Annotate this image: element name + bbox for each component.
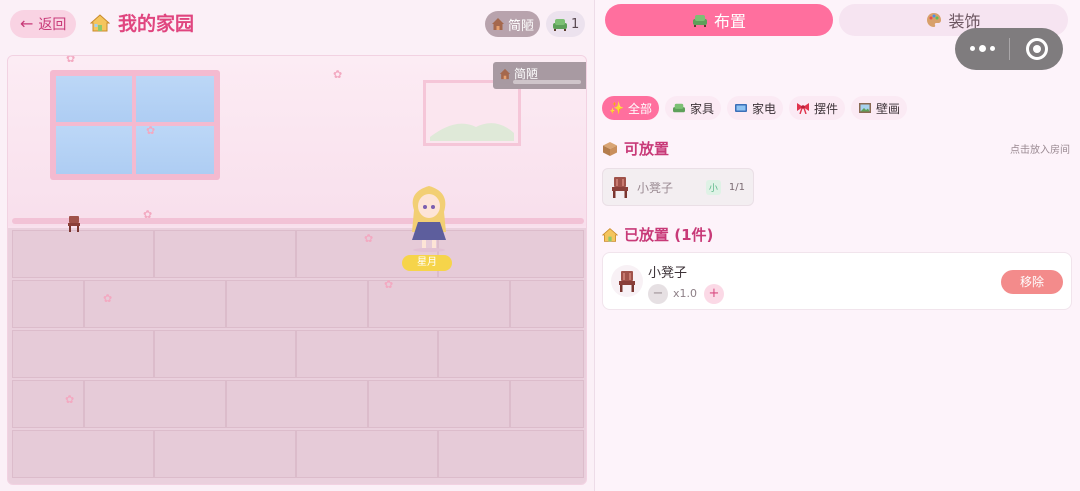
room-pane: ← 返回 我的家园 简陋 1 简陋 ✿ ✿ ✿ ✿ ✿ ✿ ✿ ✿ 星月 xyxy=(0,0,594,491)
character-avatar[interactable] xyxy=(406,182,452,252)
page-title: 我的家园 xyxy=(90,9,194,36)
furniture-count: 1 xyxy=(571,16,580,32)
placed-title-text: 已放置 (1件) xyxy=(624,226,714,244)
tab-arrange[interactable]: 布置 xyxy=(605,4,833,36)
box-icon xyxy=(603,141,617,156)
sofa-icon xyxy=(692,15,707,27)
wall-rail xyxy=(12,218,584,224)
sofa-icon xyxy=(553,19,567,31)
sparkle-icon: ✿ xyxy=(146,124,156,137)
available-title-text: 可放置 xyxy=(624,140,670,158)
palette-icon xyxy=(927,13,942,27)
sparkle-icon: ✿ xyxy=(333,68,343,81)
filter-mural-label: 壁画 xyxy=(876,101,901,116)
placed-item-icon xyxy=(611,265,643,297)
room-canvas[interactable]: 简陋 ✿ ✿ ✿ ✿ ✿ ✿ ✿ ✿ 星月 xyxy=(7,55,587,485)
filter-ornament-label: 摆件 xyxy=(814,101,839,116)
page-title-text: 我的家园 xyxy=(118,13,195,35)
more-button[interactable] xyxy=(955,45,1009,52)
remove-button[interactable]: 移除 xyxy=(1001,270,1063,294)
placed-item: 小凳子 − x1.0 + 移除 xyxy=(602,252,1072,310)
back-label: 返回 xyxy=(38,17,67,33)
tv-icon xyxy=(734,104,747,112)
arrow-left-icon: ← xyxy=(20,14,34,33)
ribbon-icon xyxy=(797,103,809,114)
room-floor xyxy=(8,228,586,484)
chair-icon xyxy=(612,177,628,198)
edit-panel: 布置 装饰 ✨ 全部 家具 家电 摆件 壁画 可放置 点击放入房间 小凳子 小 … xyxy=(595,0,1080,491)
placed-item-scale: x1.0 xyxy=(673,287,698,300)
sparkle-icon: ✿ xyxy=(65,393,75,406)
room-style-label: 简陋 xyxy=(508,18,535,34)
landscape-icon xyxy=(430,123,514,141)
room-name-tag: 简陋 xyxy=(493,62,586,89)
category-filters: ✨ 全部 家具 家电 摆件 壁画 xyxy=(602,96,908,120)
sofa-icon xyxy=(672,103,685,113)
tab-arrange-label: 布置 xyxy=(713,12,746,31)
filter-mural[interactable]: 壁画 xyxy=(851,96,908,120)
sparkle-icon: ✿ xyxy=(103,292,113,305)
picture-icon xyxy=(859,103,872,113)
available-item-qty: 1/1 xyxy=(728,181,745,193)
placed-section-title: 已放置 (1件) xyxy=(602,224,713,245)
character-name: 星月 xyxy=(402,255,452,271)
filter-all[interactable]: ✨ 全部 xyxy=(602,96,659,120)
available-item-name: 小凳子 xyxy=(637,180,674,195)
scale-up-button[interactable]: + xyxy=(704,284,724,304)
placed-item-name: 小凳子 xyxy=(648,266,688,281)
available-item[interactable]: 小凳子 小 1/1 xyxy=(602,168,754,206)
filter-furniture-label: 家具 xyxy=(689,101,714,116)
filter-appliance[interactable]: 家电 xyxy=(726,96,783,120)
chair-icon xyxy=(619,271,635,292)
house-icon xyxy=(499,68,511,79)
sparkle-icon: ✿ xyxy=(143,208,153,221)
available-section-title: 可放置 xyxy=(602,138,669,159)
back-button[interactable]: ← 返回 xyxy=(10,10,77,38)
sparkle-icon: ✿ xyxy=(384,278,394,291)
target-icon xyxy=(1025,38,1048,60)
filter-ornament[interactable]: 摆件 xyxy=(789,96,846,120)
sparkle-icon: ✨ xyxy=(609,101,624,115)
house-icon xyxy=(602,227,618,242)
placed-chair[interactable] xyxy=(68,216,80,232)
house-icon xyxy=(90,13,110,31)
filter-all-label: 全部 xyxy=(627,101,652,116)
furniture-count-badge[interactable]: 1 xyxy=(546,11,586,37)
wall-painting[interactable] xyxy=(423,80,521,146)
miniprogram-capsule xyxy=(955,28,1063,70)
filter-appliance-label: 家电 xyxy=(751,101,776,116)
sparkle-icon: ✿ xyxy=(66,55,76,65)
scale-down-button[interactable]: − xyxy=(648,284,668,304)
top-bar: ← 返回 我的家园 简陋 1 xyxy=(0,0,594,48)
room-style-badge[interactable]: 简陋 xyxy=(485,11,541,37)
house-icon xyxy=(492,18,504,30)
room-window[interactable] xyxy=(50,70,220,180)
close-button[interactable] xyxy=(1010,38,1063,60)
available-hint: 点击放入房间 xyxy=(1010,145,1070,156)
filter-furniture[interactable]: 家具 xyxy=(664,96,721,120)
size-badge: 小 xyxy=(705,179,721,195)
sparkle-icon: ✿ xyxy=(364,232,374,245)
